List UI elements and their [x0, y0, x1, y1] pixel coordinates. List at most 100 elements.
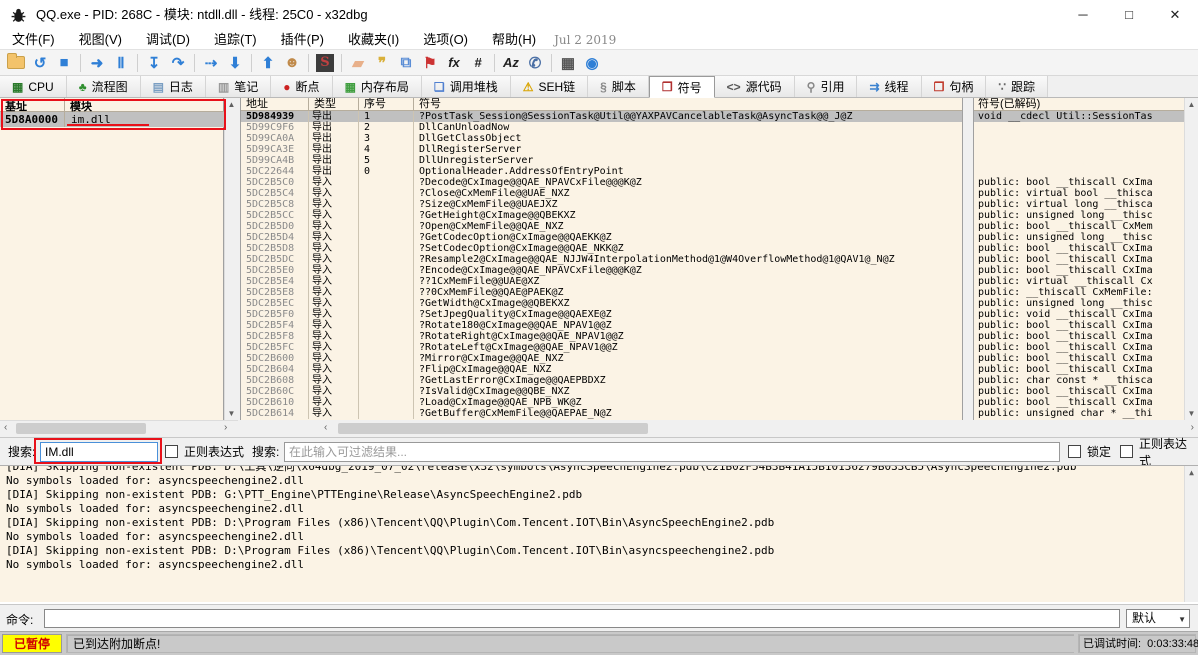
decoded-symbol[interactable]: public: bool __thiscall CxIma [974, 353, 1184, 364]
source-icon[interactable]: S [314, 52, 336, 74]
scroll-up-icon[interactable]: ▲ [1185, 468, 1198, 477]
module-row[interactable]: 5D8A0000im.dll [0, 112, 224, 127]
run-icon[interactable]: ➜ [86, 52, 108, 74]
symbol-row[interactable]: 5DC2B604导入?Flip@CxImage@@QAE_NXZ [241, 364, 963, 375]
symbol-row[interactable]: 5DC2B5E4导入??1CxMemFile@@UAE@XZ [241, 276, 963, 287]
lock-checkbox[interactable] [1068, 445, 1081, 458]
log-vertical-scrollbar[interactable]: ▲ [1184, 466, 1198, 602]
menu-item-6[interactable]: 选项(O) [411, 30, 480, 49]
symbol-row[interactable]: 5DC2B5F4导入?Rotate180@CxImage@@QAE_NPAV1@… [241, 320, 963, 331]
attach-icon[interactable]: ☻ [281, 52, 303, 74]
modules-horizontal-scrollbar[interactable]: ‹ › [0, 420, 238, 435]
menu-item-2[interactable]: 调试(D) [134, 30, 202, 49]
decoded-symbol[interactable] [974, 122, 1184, 133]
tab-引用[interactable]: ⚲引用 [795, 76, 858, 97]
decoded-symbol[interactable] [974, 166, 1184, 177]
decoded-symbol[interactable]: public: bool __thiscall CxMem [974, 221, 1184, 232]
decoded-symbol[interactable]: public: virtual bool __thisca [974, 188, 1184, 199]
symbol-row[interactable]: 5D99C9F6导出2DllCanUnloadNow [241, 122, 963, 133]
scroll-thumb[interactable] [16, 423, 146, 434]
modules-vertical-scrollbar[interactable]: ▲ ▼ [224, 98, 238, 420]
menu-item-7[interactable]: 帮助(H) [480, 30, 548, 49]
symbol-row[interactable]: 5DC2B5D4导入?GetCodecOption@CxImage@@QAEKK… [241, 232, 963, 243]
minimize-button[interactable]: ─ [1060, 0, 1106, 30]
symbol-row[interactable]: 5DC2B600导入?Mirror@CxImage@@QAE_NXZ [241, 353, 963, 364]
symbols-vertical-scrollbar[interactable]: ▲ ▼ [1184, 98, 1198, 420]
stop-icon[interactable]: ■ [53, 52, 75, 74]
symbol-row[interactable]: 5DC2B5C4导入?Close@CxMemFile@@UAE_NXZ [241, 188, 963, 199]
tab-句柄[interactable]: ❒句柄 [922, 76, 987, 97]
symbol-row[interactable]: 5DC2B5C0导入?Decode@CxImage@@QAE_NPAVCxFil… [241, 177, 963, 188]
menu-item-5[interactable]: 收藏夹(I) [336, 30, 411, 49]
trace-into-icon[interactable]: ⇢ [200, 52, 222, 74]
maximize-button[interactable]: □ [1106, 0, 1152, 30]
decoded-symbol[interactable]: public: unsigned long __thisc [974, 298, 1184, 309]
open-file-icon[interactable] [5, 52, 27, 74]
scroll-thumb[interactable] [338, 423, 648, 434]
tab-流程图[interactable]: ♣流程图 [67, 76, 141, 97]
symbol-row[interactable]: 5DC2B610导入?Load@CxImage@@QAE_NPB_WK@Z [241, 397, 963, 408]
symbol-row[interactable]: 5DC2B5EC导入?GetWidth@CxImage@@QBEKXZ [241, 298, 963, 309]
scroll-up-icon[interactable]: ▲ [1185, 100, 1198, 109]
decoded-symbol[interactable]: public: void __thiscall CxIma [974, 309, 1184, 320]
decoded-symbol[interactable]: public: virtual __thiscall Cx [974, 276, 1184, 287]
decoded-symbol[interactable]: public: bool __thiscall CxIma [974, 254, 1184, 265]
call-sequence-icon[interactable]: ✆ [524, 52, 546, 74]
decoded-symbol[interactable]: public: unsigned long __thisc [974, 210, 1184, 221]
comments-icon[interactable]: ❞ [371, 52, 393, 74]
close-button[interactable]: ✕ [1152, 0, 1198, 30]
regex2-checkbox[interactable] [1120, 445, 1133, 458]
decoded-symbol[interactable]: public: unsigned long __thisc [974, 232, 1184, 243]
symbol-row[interactable]: 5DC2B5E8导入??0CxMemFile@@QAE@PAEK@Z [241, 287, 963, 298]
calculator-icon[interactable]: ▦ [557, 52, 579, 74]
symbol-row[interactable]: 5DC2B5E0导入?Encode@CxImage@@QAE_NPAVCxFil… [241, 265, 963, 276]
tab-脚本[interactable]: §脚本 [588, 76, 649, 97]
labels-icon[interactable]: ⧉ [395, 52, 417, 74]
symbol-row[interactable]: 5D99CA3E导出4DllRegisterServer [241, 144, 963, 155]
step-into-icon[interactable]: ↧ [143, 52, 165, 74]
tab-日志[interactable]: ▤日志 [141, 76, 206, 97]
globe-icon[interactable]: ◉ [581, 52, 603, 74]
step-over-icon[interactable]: ↷ [167, 52, 189, 74]
scroll-down-icon[interactable]: ▼ [1185, 409, 1198, 418]
symbol-row[interactable]: 5D99CA4B导出5DllUnregisterServer [241, 155, 963, 166]
command-input[interactable] [44, 609, 1120, 628]
symbol-row[interactable]: 5DC2B614导入?GetBuffer@CxMemFile@@QAEPAE_N… [241, 408, 963, 419]
symbol-row[interactable]: 5DC22644导出0OptionalHeader.AddressOfEntry… [241, 166, 963, 177]
tab-源代码[interactable]: <>源代码 [715, 76, 795, 97]
search-input[interactable] [40, 442, 158, 462]
scroll-up-icon[interactable]: ▲ [225, 100, 238, 109]
tab-CPU[interactable]: ▦CPU [0, 76, 67, 97]
scroll-right-icon[interactable]: › [1191, 422, 1194, 433]
bookmarks-icon[interactable]: ⚑ [419, 52, 441, 74]
scroll-left-icon[interactable]: ‹ [324, 422, 327, 433]
tab-SEH链[interactable]: ⚠SEH链 [511, 76, 588, 97]
tab-调用堆栈[interactable]: ❏调用堆栈 [422, 76, 511, 97]
symbol-row[interactable]: 5DC2B5D8导入?SetCodecOption@CxImage@@QAE_N… [241, 243, 963, 254]
symbol-row[interactable]: 5DC2B5DC导入?Resample2@CxImage@@QAE_NJJW4I… [241, 254, 963, 265]
tab-线程[interactable]: ⇉线程 [857, 76, 921, 97]
tab-跟踪[interactable]: ∵跟踪 [986, 76, 1048, 97]
symbol-row[interactable]: 5DC2B5F0导入?SetJpegQuality@CxImage@@QAEXE… [241, 309, 963, 320]
decoded-symbol[interactable]: public: __thiscall CxMemFile: [974, 287, 1184, 298]
decoded-symbol[interactable] [974, 144, 1184, 155]
strings-icon[interactable]: Az [500, 52, 522, 74]
symbol-row[interactable]: 5DC2B5F8导入?RotateRight@CxImage@@QAE_NPAV… [241, 331, 963, 342]
symbol-row[interactable]: 5DC2B5D0导入?Open@CxMemFile@@QAE_NXZ [241, 221, 963, 232]
decoded-symbol[interactable]: public: bool __thiscall CxIma [974, 364, 1184, 375]
restart-icon[interactable]: ↺ [29, 52, 51, 74]
symbol-row[interactable]: 5DC2B5FC导入?RotateLeft@CxImage@@QAE_NPAV1… [241, 342, 963, 353]
step-out-icon[interactable]: ⬇ [224, 52, 246, 74]
tab-符号[interactable]: ❒符号 [649, 76, 715, 98]
decoded-symbol[interactable] [974, 155, 1184, 166]
tab-内存布局[interactable]: ▦内存布局 [333, 76, 422, 97]
symbol-row[interactable]: 5DC2B5CC导入?GetHeight@CxImage@@QBEKXZ [241, 210, 963, 221]
menu-item-1[interactable]: 视图(V) [67, 30, 134, 49]
tab-断点[interactable]: ●断点 [271, 76, 332, 97]
decoded-symbol[interactable]: public: bool __thiscall CxIma [974, 320, 1184, 331]
symbol-row[interactable]: 5DC2B608导入?GetLastError@CxImage@@QAEPBDX… [241, 375, 963, 386]
menu-item-0[interactable]: 文件(F) [0, 30, 67, 49]
menu-item-4[interactable]: 插件(P) [269, 30, 336, 49]
regex-checkbox[interactable] [165, 445, 178, 458]
tab-笔记[interactable]: ▥笔记 [206, 76, 271, 97]
